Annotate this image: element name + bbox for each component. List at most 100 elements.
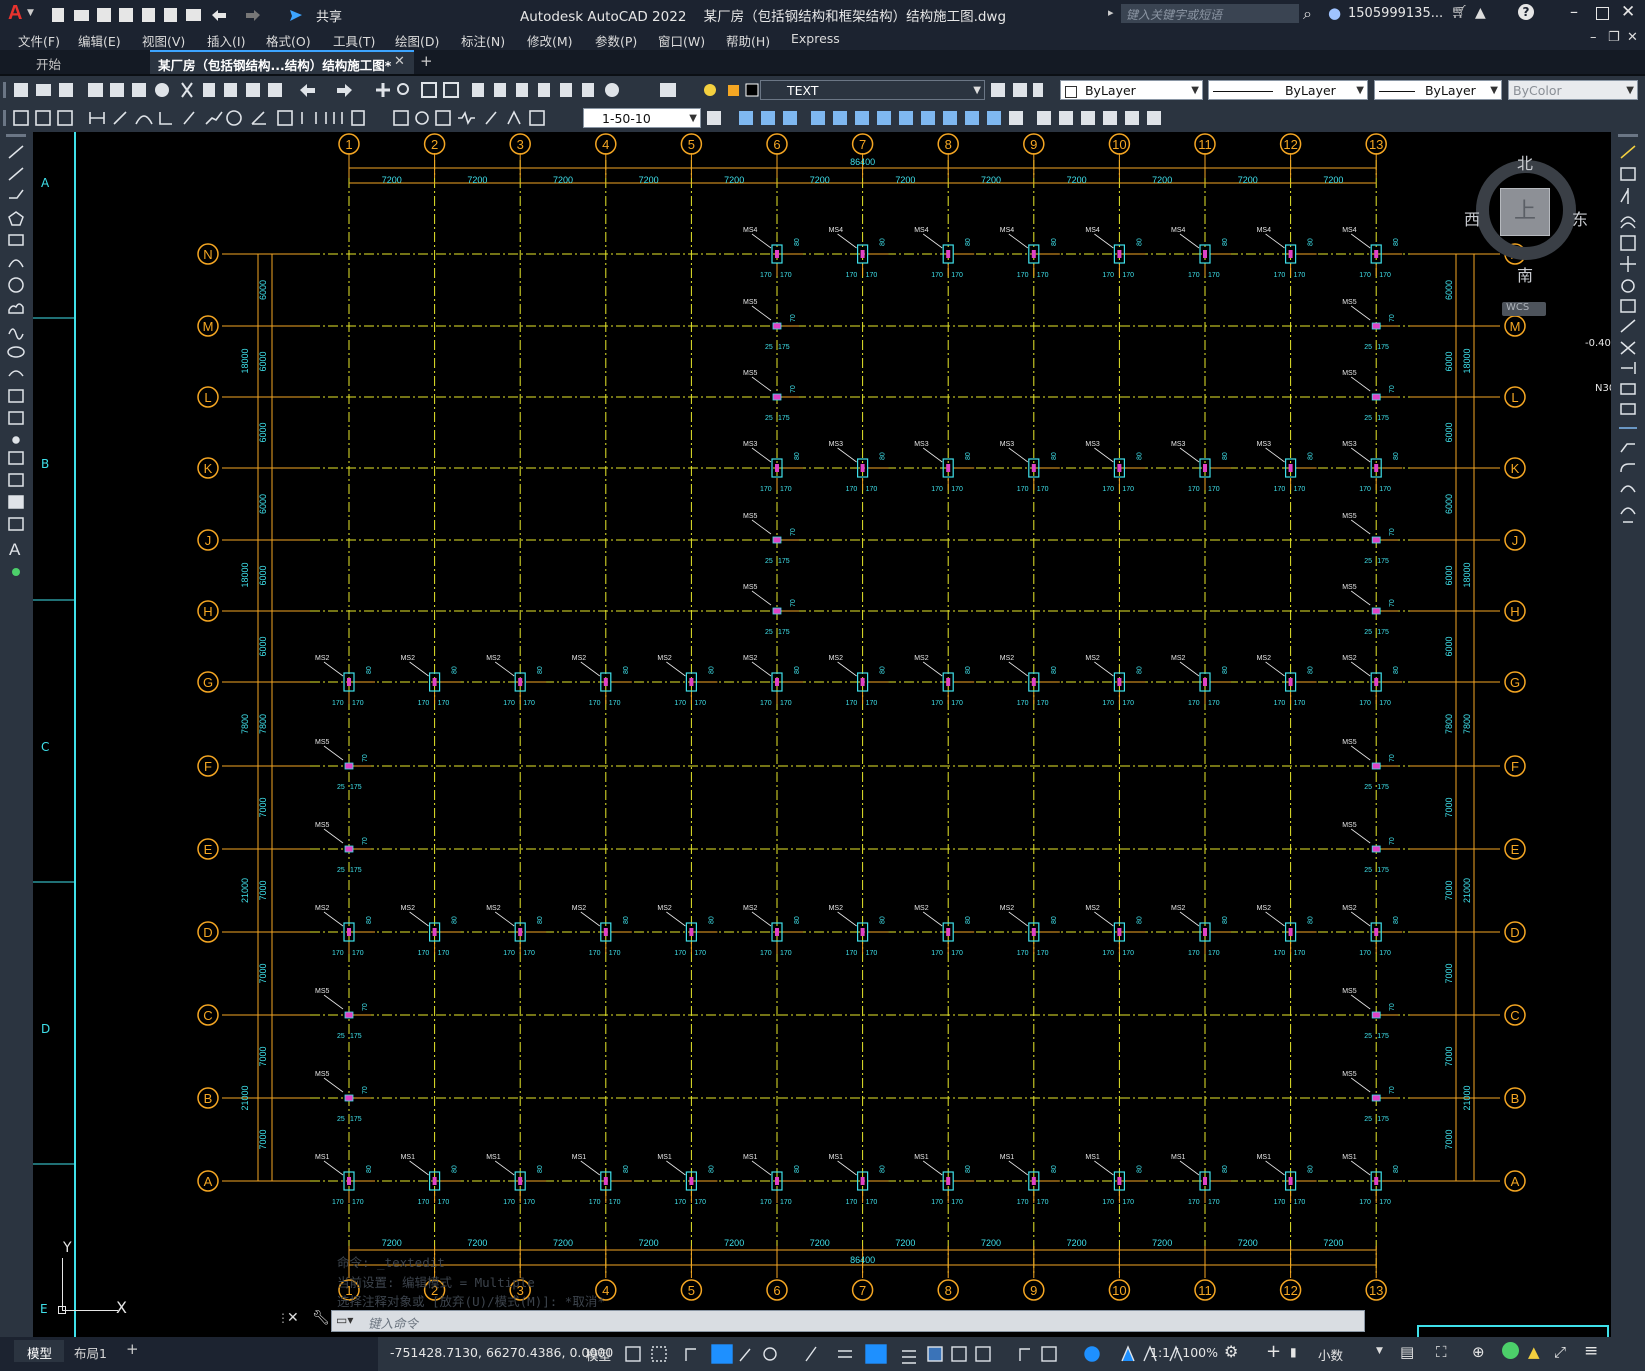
circle-tool-icon[interactable] [8, 277, 24, 293]
dimtedit-icon[interactable] [507, 110, 521, 125]
color-dropdown-icon[interactable]: ▼ [1191, 81, 1199, 99]
hatch-tool-icon[interactable] [8, 451, 24, 465]
plot-icon-tb[interactable] [88, 83, 103, 97]
dynamic-input-icon[interactable] [1019, 1348, 1030, 1361]
lineweight-toggle-icon[interactable] [838, 1350, 852, 1358]
sheet-set-icon[interactable] [538, 83, 550, 97]
command-input[interactable]: ▭▾ 键入命令 [331, 1310, 1365, 1332]
angular-dim-icon[interactable] [251, 111, 266, 125]
qnew-icon[interactable] [14, 83, 28, 97]
model-space-button[interactable]: 模型 [586, 1345, 611, 1364]
save-icon-tb[interactable] [59, 83, 73, 97]
tab-start[interactable]: 开始 [18, 50, 148, 74]
paste-icon[interactable] [224, 83, 237, 97]
menu-parameters[interactable]: 参数(P) [595, 31, 637, 50]
center-mark-icon[interactable] [415, 111, 429, 125]
tab-model[interactable]: 模型 [14, 1340, 64, 1362]
ucs-face-icon[interactable] [811, 111, 825, 125]
maximize-icon[interactable] [1596, 7, 1609, 20]
3d-dwf-icon[interactable] [155, 83, 169, 97]
tab-layout1[interactable]: 布局1 [74, 1343, 107, 1362]
block-editor-icon[interactable] [268, 83, 282, 97]
polygon-tool-icon[interactable] [8, 211, 24, 226]
baseline-dim-icon[interactable] [301, 112, 317, 124]
cut-icon[interactable] [181, 82, 193, 98]
graphics-perf-icon[interactable]: ⊕ [1472, 1343, 1485, 1361]
osnap-toggle-icon[interactable] [865, 1344, 887, 1364]
layer-color-swatch-icon[interactable] [745, 83, 759, 97]
properties-icon[interactable] [472, 83, 484, 97]
table-tool-icon[interactable] [8, 517, 24, 531]
clean-screen-icon[interactable] [1502, 1342, 1519, 1359]
drawing-canvas[interactable]: 7200 7200 7200 7200 7200 7200 7200 7200 7200 7200… [33, 132, 1611, 1337]
units-dropdown-icon[interactable]: ▼ [1376, 1346, 1383, 1356]
quick-properties-icon[interactable]: ▤ [1400, 1343, 1414, 1361]
cart-icon[interactable]: 🛒︎ [1451, 5, 1468, 20]
menu-draw[interactable]: 绘图(D) [395, 31, 439, 50]
lock-ui-icon[interactable]: ⛶ [1436, 1343, 1447, 1361]
radius-dim-icon[interactable] [183, 111, 195, 125]
ucs-apply-icon[interactable] [1009, 111, 1023, 125]
linetype-dropdown-icon[interactable]: ▼ [1356, 81, 1364, 99]
view-left-icon[interactable] [1081, 111, 1095, 125]
share-icon[interactable] [290, 10, 302, 21]
save-icon[interactable] [97, 8, 111, 22]
grid-toggle-icon[interactable] [625, 1346, 641, 1362]
hardware-accel-icon[interactable]: ▲ [1528, 1343, 1540, 1361]
gizmo-icon[interactable] [1041, 1346, 1057, 1362]
doc-close-icon[interactable]: ✕ [1627, 30, 1638, 45]
expand-arrow-icon[interactable]: ▸ [1108, 6, 1114, 19]
spline-tool-icon[interactable] [8, 328, 24, 340]
tab-drawing[interactable]: 某厂房（包括钢结构...结构）结构施工图* ✕ [150, 50, 414, 74]
ucs-3point-icon[interactable] [921, 111, 935, 125]
revcloud-tool-icon[interactable] [8, 303, 24, 314]
menu-insert[interactable]: 插入(I) [207, 31, 245, 50]
search-input[interactable]: 键入关键字或短语 [1126, 6, 1222, 23]
dim-space-icon[interactable] [351, 110, 365, 126]
menu-file[interactable]: 文件(F) [18, 31, 60, 50]
print-icon[interactable] [186, 9, 201, 21]
view-bottom-icon[interactable] [1059, 111, 1073, 125]
share-label[interactable]: 共享 [316, 6, 342, 25]
layer-iso-icon[interactable] [1033, 83, 1043, 97]
command-customize-icon[interactable]: 🔧︎ [312, 1310, 330, 1326]
draw-order-icon[interactable] [35, 110, 51, 126]
calculator-icon[interactable] [582, 83, 594, 97]
aligned-dim-icon[interactable] [113, 111, 127, 125]
search-icon[interactable]: ⌕ [1303, 4, 1312, 24]
design-center-icon[interactable] [494, 83, 506, 97]
menu-window[interactable]: 窗口(W) [658, 31, 705, 50]
annotate-plus-icon[interactable]: + [1266, 1341, 1281, 1362]
viewcube-top-face[interactable]: 上 [1500, 188, 1550, 236]
ucs-object-icon[interactable] [833, 111, 847, 125]
viewcube[interactable]: 北 南 东 西 上 WCS [1464, 150, 1588, 316]
ucs-world-icon[interactable] [761, 111, 775, 125]
new-tab-button[interactable]: + [420, 52, 433, 70]
arc-length-icon[interactable] [135, 115, 153, 125]
lineweight-dropdown-icon[interactable]: ▼ [1490, 81, 1498, 99]
close-icon[interactable]: ✕ [1621, 2, 1635, 22]
ellipse-tool-icon[interactable] [7, 346, 25, 358]
break-point-icon[interactable] [1620, 383, 1636, 395]
isolate-objects-icon[interactable] [1084, 1346, 1100, 1362]
quick-dim-icon[interactable] [277, 110, 293, 126]
menu-help[interactable]: 帮助(H) [726, 31, 770, 50]
view-right-icon[interactable] [1103, 111, 1117, 125]
publish-icon[interactable] [142, 8, 155, 22]
annotation-visibility-icon[interactable] [1121, 1345, 1135, 1362]
continue-dim-icon[interactable] [325, 112, 343, 124]
doc-minimize-icon[interactable]: – [1590, 30, 1597, 45]
tool-palettes-icon[interactable] [516, 83, 528, 97]
arc-tool-icon[interactable] [8, 259, 24, 268]
command-close-icon[interactable]: ✕ [287, 1310, 299, 1326]
layer-combo[interactable]: TEXT ▼ [760, 80, 985, 100]
text-front-icon[interactable] [57, 110, 73, 126]
view-front-icon[interactable] [1125, 111, 1139, 125]
dim-update-icon[interactable] [529, 110, 545, 126]
polar-toggle-icon[interactable] [739, 1348, 751, 1362]
rectangle-tool-icon[interactable] [8, 234, 24, 246]
annotation-scale-value[interactable]: 1:1 / 100% [1150, 1345, 1218, 1360]
undo-icon[interactable] [212, 10, 226, 21]
recent-commands-icon[interactable]: ▭▾ [336, 1313, 353, 1327]
cad-drawing[interactable]: 7200 7200 7200 7200 7200 7200 7200 7200 7200 7200… [33, 132, 1611, 1337]
